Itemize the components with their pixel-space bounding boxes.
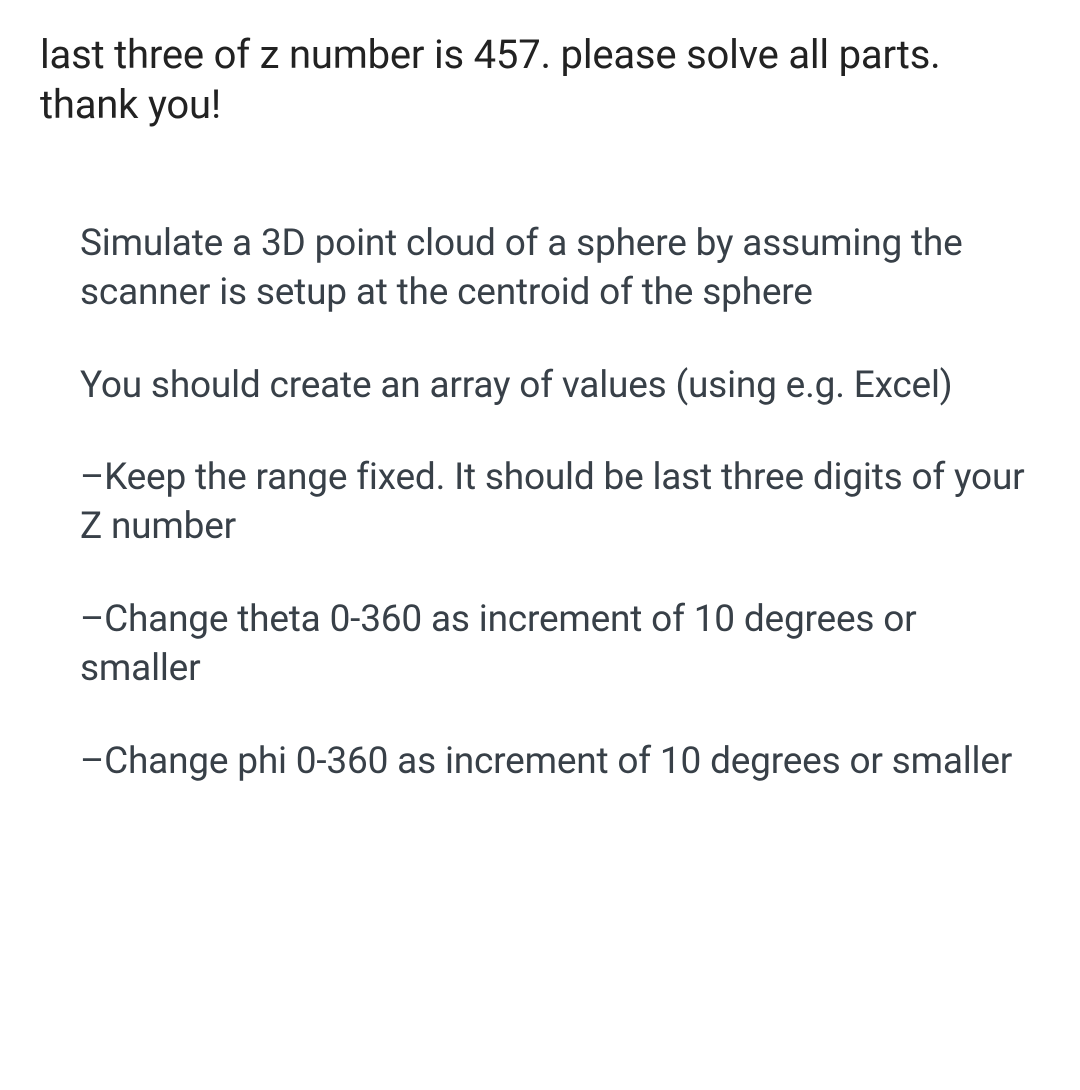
intro-text: last three of z number is 457. please so… xyxy=(40,30,1040,130)
paragraph-2: You should create an array of values (us… xyxy=(80,362,1030,411)
bullet-phi: –Change phi 0-360 as increment of 10 deg… xyxy=(80,738,1030,787)
paragraph-1: Simulate a 3D point cloud of a sphere by… xyxy=(80,220,1030,318)
document-page: last three of z number is 457. please so… xyxy=(0,0,1080,1090)
bullet-range: –Keep the range fixed. It should be last… xyxy=(80,454,1030,552)
bullet-theta: –Change theta 0-360 as increment of 10 d… xyxy=(80,596,1030,694)
question-content: Simulate a 3D point cloud of a sphere by… xyxy=(40,220,1040,787)
